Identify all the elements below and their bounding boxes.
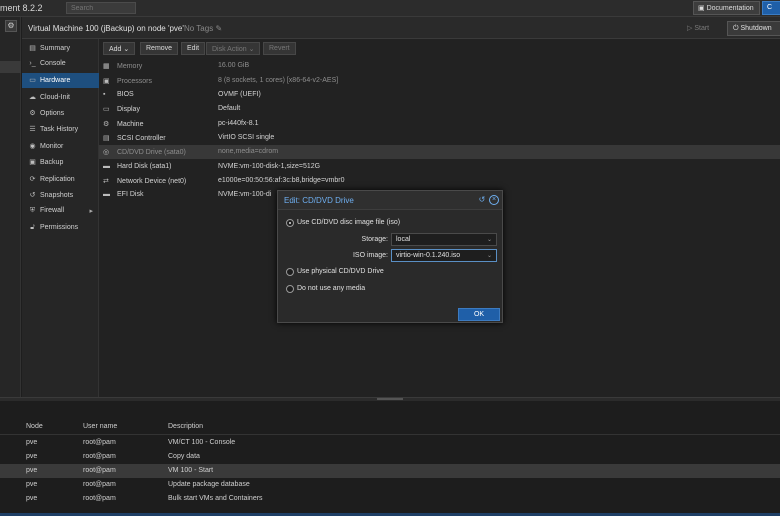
create-vm-button[interactable]: C xyxy=(762,1,780,15)
hardware-icon: ▭ xyxy=(29,77,36,84)
shield-icon: ⛨ xyxy=(29,207,36,214)
hardware-row-bios[interactable]: ▪ BIOS OVMF (UEFI) xyxy=(99,88,780,102)
nav-item-console[interactable]: ›_ Console xyxy=(22,57,99,72)
cogs-icon: ⚙ xyxy=(103,121,110,128)
vm-nav: ▤ Summary ›_ Console ▭ Hardware ☁ Cloud-Init… xyxy=(22,39,99,397)
reset-icon[interactable]: ↺ xyxy=(477,195,487,205)
storage-select[interactable]: local ⌄ xyxy=(391,233,497,246)
tags-editor[interactable]: No Tags ✎ xyxy=(184,24,222,33)
hardware-row-network[interactable]: ⇄ Network Device (net0) e1000e=00:50:56:af… xyxy=(99,174,780,188)
hardware-toolbar: Add ⌄ Remove Edit Disk Action ⌄ Revert xyxy=(99,39,780,59)
add-button[interactable]: Add ⌄ xyxy=(103,42,136,55)
hardware-row-display[interactable]: ▭ Display Default xyxy=(99,102,780,116)
hdd-icon: ▬ xyxy=(103,191,110,198)
nav-item-permissions[interactable]: 🔓︎ Permissions xyxy=(22,221,99,236)
table-row[interactable]: pve root@pam VM/CT 100 - Console xyxy=(0,436,780,450)
radio-dot xyxy=(286,285,294,293)
chevron-down-icon: ⌄ xyxy=(248,46,255,53)
database-icon: ▤ xyxy=(103,135,110,142)
dialog-title: Edit: CD/DVD Drive xyxy=(284,196,354,205)
desktop-icon: ▭ xyxy=(103,106,110,113)
radio-dot xyxy=(286,219,294,227)
top-bar: ment 8.2.2 ▣ Documentation C xyxy=(0,0,780,17)
table-row[interactable]: pve root@pam Update package database xyxy=(0,478,780,492)
documentation-button[interactable]: ▣ Documentation xyxy=(693,1,760,15)
view-settings-icon[interactable]: ⚙ xyxy=(5,20,17,32)
revert-button[interactable]: Revert xyxy=(263,42,296,55)
table-row[interactable]: pve root@pam VM 100 - Start xyxy=(0,464,780,478)
storage-row: Storage: local ⌄ xyxy=(278,233,502,247)
gear-icon: ⚙ xyxy=(29,110,36,117)
radio-no-media[interactable]: Do not use any media xyxy=(286,284,486,296)
nav-item-replication[interactable]: ⟳ Replication xyxy=(22,172,99,187)
hardware-row-machine[interactable]: ⚙ Machine pc-i440fx-8.1 xyxy=(99,117,780,131)
remove-button[interactable]: Remove xyxy=(140,42,179,55)
nav-item-summary[interactable]: ▤ Summary xyxy=(22,41,99,56)
book-icon: ▣ xyxy=(698,5,707,12)
nav-item-monitor[interactable]: ◉ Monitor xyxy=(22,139,99,154)
shutdown-button[interactable]: ⏻ Shutdown xyxy=(727,21,780,36)
nav-item-task-history[interactable]: ☰ Task History xyxy=(22,122,99,137)
nav-item-options[interactable]: ⚙ Options xyxy=(22,106,99,121)
close-icon[interactable]: × xyxy=(489,195,499,205)
refresh-icon: ⟳ xyxy=(29,176,36,183)
iso-image-select[interactable]: virtio-win-0.1.240.iso ⌄ xyxy=(391,249,497,262)
task-log-header: Node User name Description xyxy=(0,419,780,435)
table-row[interactable]: pve root@pam Bulk start VMs and Containers xyxy=(0,492,780,506)
nav-item-backup[interactable]: ▣ Backup xyxy=(22,155,99,170)
hardware-row-hard-disk[interactable]: ▬ Hard Disk (sata1) NVME:vm-100-disk-1,siz… xyxy=(99,160,780,174)
ok-button[interactable]: OK xyxy=(458,308,500,321)
search-input[interactable] xyxy=(66,2,136,14)
vm-title: Virtual Machine 100 (jBackup) on node 'p… xyxy=(28,24,184,33)
cpu-icon: ▣ xyxy=(103,78,110,85)
radio-use-iso[interactable]: Use CD/DVD disc image file (iso) xyxy=(286,218,486,230)
product-version: ment 8.2.2 xyxy=(0,3,43,13)
vm-header: Virtual Machine 100 (jBackup) on node 'p… xyxy=(22,17,780,39)
unlock-icon: 🔓︎ xyxy=(30,224,35,231)
column-user[interactable]: User name xyxy=(83,423,117,430)
chip-icon: ▪ xyxy=(103,91,106,98)
radio-use-physical[interactable]: Use physical CD/DVD Drive xyxy=(286,267,486,279)
task-log-panel: Node User name Description pve root@pam VM… xyxy=(0,401,780,516)
hardware-row-memory[interactable]: ▦ Memory 16.00 GiB xyxy=(99,59,780,73)
iso-image-label: ISO image: xyxy=(352,252,388,259)
hardware-row-cdrom[interactable]: ◎ CD/DVD Drive (sata0) none,media=cdrom xyxy=(99,145,780,159)
hdd-icon: ▬ xyxy=(103,163,110,170)
exchange-icon: ⇄ xyxy=(103,178,109,185)
chevron-down-icon: ⌄ xyxy=(123,46,130,53)
column-description[interactable]: Description xyxy=(168,423,203,430)
cdrom-icon: ◎ xyxy=(103,149,110,156)
iso-image-row: ISO image: virtio-win-0.1.240.iso ⌄ xyxy=(278,249,502,263)
table-row[interactable]: pve root@pam Copy data xyxy=(0,450,780,464)
nav-item-cloud-init[interactable]: ☁ Cloud-Init xyxy=(22,90,99,105)
edit-cdrom-dialog: Edit: CD/DVD Drive ↺ × Use CD/DVD disc i… xyxy=(277,190,503,323)
nav-item-hardware[interactable]: ▭ Hardware xyxy=(22,73,99,88)
edit-button[interactable]: Edit xyxy=(181,42,206,55)
chevron-right-icon: ▸ xyxy=(89,208,93,215)
hardware-row-scsi[interactable]: ▤ SCSI Controller VirtIO SCSI single xyxy=(99,131,780,145)
memory-icon: ▦ xyxy=(103,63,110,70)
column-node[interactable]: Node xyxy=(26,423,43,430)
app-root: ment 8.2.2 ▣ Documentation C ⚙ Virtual M… xyxy=(0,0,780,516)
resource-tree-selected[interactable] xyxy=(0,61,21,73)
splitter-grip[interactable] xyxy=(377,398,403,400)
dialog-title-bar[interactable]: Edit: CD/DVD Drive ↺ × xyxy=(278,191,502,210)
floppy-icon: ▣ xyxy=(29,159,36,166)
storage-label: Storage: xyxy=(361,236,388,243)
history-icon: ↺ xyxy=(29,192,36,199)
resource-tree: ⚙ xyxy=(0,17,21,397)
disk-action-button[interactable]: Disk Action ⌄ xyxy=(206,42,261,55)
pencil-icon: ✎ xyxy=(215,24,223,33)
nav-item-firewall[interactable]: ⛨ Firewall ▸ xyxy=(22,204,99,219)
chevron-down-icon: ⌄ xyxy=(486,253,492,259)
eye-icon: ◉ xyxy=(29,143,36,150)
chevron-down-icon: ⌄ xyxy=(486,237,492,243)
cloud-icon: ☁ xyxy=(29,94,36,101)
hardware-row-processors[interactable]: ▣ Processors 8 (8 sockets, 1 cores) [x86-6… xyxy=(99,74,780,88)
nav-item-snapshots[interactable]: ↺ Snapshots xyxy=(22,188,99,203)
console-icon: ›_ xyxy=(29,60,36,67)
summary-icon: ▤ xyxy=(29,45,36,52)
radio-dot xyxy=(286,268,294,276)
list-icon: ☰ xyxy=(29,126,36,133)
